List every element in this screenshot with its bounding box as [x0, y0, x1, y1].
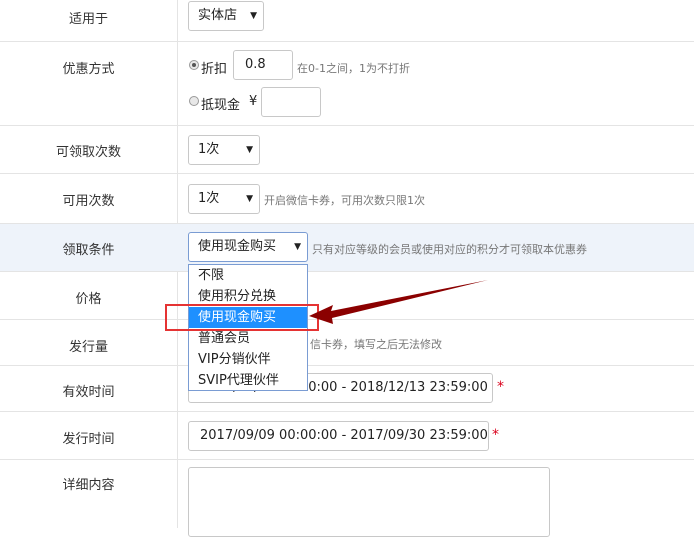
arrow-shape	[309, 280, 488, 324]
annotation-arrow-icon	[309, 280, 488, 324]
